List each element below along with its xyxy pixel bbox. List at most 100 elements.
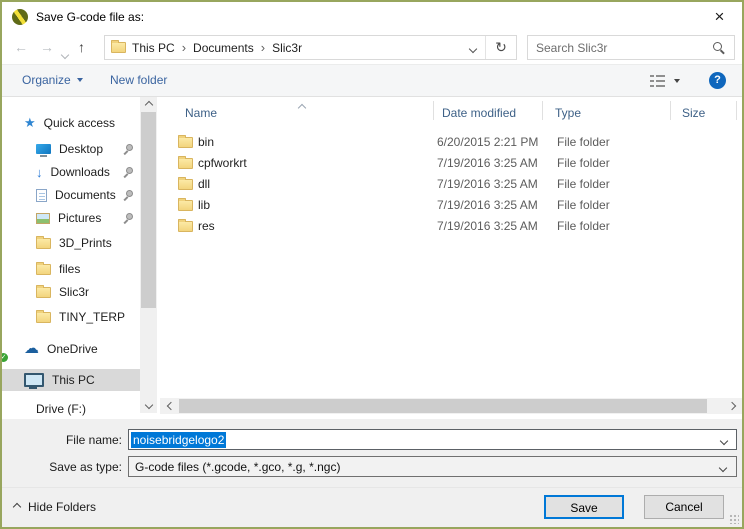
close-icon[interactable]: ×	[697, 2, 742, 31]
column-header-type[interactable]: Type	[555, 106, 581, 120]
folder-icon	[36, 287, 51, 298]
file-date: 7/19/2016 3:25 AM	[437, 156, 538, 170]
hide-folders-label: Hide Folders	[28, 500, 96, 514]
address-dropdown-chevron-icon[interactable]	[461, 41, 485, 55]
sidebar-item-label: Pictures	[58, 211, 101, 225]
file-type: File folder	[557, 177, 610, 191]
sidebar-item-label: This PC	[52, 373, 95, 387]
sidebar-item-label: Drive (F:)	[36, 402, 86, 416]
horizontal-scrollbar[interactable]	[160, 398, 742, 414]
file-type: File folder	[557, 198, 610, 212]
save-button[interactable]: Save	[544, 495, 624, 519]
breadcrumb-slic3r[interactable]: Slic3r	[266, 41, 308, 55]
help-icon[interactable]: ?	[709, 72, 726, 89]
scroll-left-icon[interactable]	[162, 398, 179, 414]
scroll-up-icon[interactable]	[140, 97, 157, 113]
scrollbar-thumb[interactable]	[141, 112, 156, 308]
sidebar-item-quick-access[interactable]: ★ Quick access	[2, 112, 140, 134]
file-name-dropdown-chevron-icon[interactable]	[721, 433, 727, 447]
file-date: 7/19/2016 3:25 AM	[437, 198, 538, 212]
dropdown-triangle-icon	[77, 78, 83, 82]
title-bar: Save G-code file as: ×	[2, 2, 742, 32]
column-header-size[interactable]: Size	[682, 106, 705, 120]
folder-icon	[36, 312, 51, 323]
dialog-footer: Hide Folders Save Cancel	[2, 487, 742, 527]
new-folder-button[interactable]: New folder	[110, 65, 167, 96]
sidebar-item-3d-prints[interactable]: 3D_Prints	[2, 232, 140, 254]
file-row-lib[interactable]: lib 7/19/2016 3:25 AM File folder	[160, 195, 736, 216]
file-row-res[interactable]: res 7/19/2016 3:25 AM File folder	[160, 216, 736, 237]
file-name-value: noisebridgelogo2	[131, 432, 226, 448]
search-icon[interactable]	[713, 42, 722, 51]
dialog-title: Save G-code file as:	[36, 10, 144, 24]
sort-ascending-icon	[299, 100, 305, 114]
sidebar-scrollbar[interactable]	[140, 97, 157, 413]
save-as-type-chevron-icon	[720, 460, 726, 474]
file-date: 7/19/2016 3:25 AM	[437, 177, 538, 191]
view-options-button[interactable]	[650, 74, 680, 88]
hide-folders-button[interactable]: Hide Folders	[14, 500, 96, 514]
sync-check-icon: ✓	[2, 353, 8, 362]
recent-locations-chevron-icon[interactable]	[62, 45, 68, 61]
sidebar-item-label: Documents	[55, 188, 116, 202]
cancel-button[interactable]: Cancel	[644, 495, 724, 519]
back-arrow-icon[interactable]: ←	[14, 39, 28, 55]
pin-icon	[123, 190, 134, 201]
sidebar-item-drive-f[interactable]: Drive (F:)	[2, 398, 140, 419]
desktop-icon	[36, 144, 51, 154]
address-bar[interactable]: This PC › Documents › Slic3r ↻	[104, 35, 517, 60]
scroll-down-icon[interactable]	[140, 397, 157, 413]
sidebar-item-label: files	[59, 262, 80, 276]
scrollbar-thumb[interactable]	[179, 399, 707, 413]
folder-icon	[36, 238, 51, 249]
sidebar-item-downloads[interactable]: ↓ Downloads	[2, 161, 140, 183]
save-as-type-label: Save as type:	[2, 460, 122, 474]
refresh-icon[interactable]: ↻	[486, 39, 516, 56]
column-headers: Name Date modified Type Size	[160, 97, 742, 127]
sidebar-item-pictures[interactable]: Pictures	[2, 207, 140, 229]
file-name: lib	[198, 198, 210, 212]
file-list: Name Date modified Type Size bin 6/20/20…	[160, 97, 742, 419]
file-name-input[interactable]: noisebridgelogo2	[128, 429, 737, 450]
folder-icon	[178, 179, 193, 190]
folder-icon	[178, 137, 193, 148]
slic3r-logo-icon	[12, 9, 28, 25]
save-as-type-select[interactable]: G-code files (*.gcode, *.gco, *.g, *.ngc…	[128, 456, 737, 477]
resize-grip[interactable]	[728, 513, 739, 524]
sidebar-item-this-pc[interactable]: This PC	[2, 369, 140, 391]
file-date: 7/19/2016 3:25 AM	[437, 219, 538, 233]
column-header-name[interactable]: Name	[185, 106, 217, 120]
column-header-date-modified[interactable]: Date modified	[442, 106, 516, 120]
forward-arrow-icon[interactable]: →	[40, 39, 54, 55]
navigation-pane: ★ Quick access Desktop ↓ Downloads Docum…	[2, 97, 160, 419]
column-divider[interactable]	[670, 101, 671, 120]
column-divider[interactable]	[433, 101, 434, 120]
folder-icon	[111, 42, 126, 53]
sidebar-item-onedrive[interactable]: ☁ ✓ OneDrive	[2, 338, 140, 360]
file-row-dll[interactable]: dll 7/19/2016 3:25 AM File folder	[160, 174, 736, 195]
file-type: File folder	[557, 219, 610, 233]
sidebar-item-files[interactable]: files	[2, 258, 140, 280]
search-input[interactable]	[534, 38, 708, 58]
sidebar-item-slic3r[interactable]: Slic3r	[2, 281, 140, 303]
pin-icon	[123, 167, 134, 178]
file-row-bin[interactable]: bin 6/20/2015 2:21 PM File folder	[160, 132, 736, 153]
file-name: bin	[198, 135, 214, 149]
sidebar-item-label: Slic3r	[59, 285, 89, 299]
file-type: File folder	[557, 156, 610, 170]
organize-button[interactable]: Organize	[22, 65, 83, 96]
this-pc-icon	[24, 373, 44, 387]
breadcrumb-this-pc[interactable]: This PC	[126, 41, 181, 55]
scroll-right-icon[interactable]	[723, 398, 740, 414]
column-divider[interactable]	[542, 101, 543, 120]
sidebar-item-desktop[interactable]: Desktop	[2, 138, 140, 160]
file-row-cpfworkrt[interactable]: cpfworkrt 7/19/2016 3:25 AM File folder	[160, 153, 736, 174]
file-name: dll	[198, 177, 210, 191]
column-divider[interactable]	[736, 101, 737, 120]
pictures-icon	[36, 213, 50, 224]
up-arrow-icon[interactable]: ↑	[78, 39, 85, 55]
breadcrumb-documents[interactable]: Documents	[187, 41, 260, 55]
onedrive-icon: ☁	[24, 342, 39, 356]
sidebar-item-tiny-terp[interactable]: TINY_TERP	[2, 306, 140, 328]
sidebar-item-documents[interactable]: Documents	[2, 184, 140, 206]
